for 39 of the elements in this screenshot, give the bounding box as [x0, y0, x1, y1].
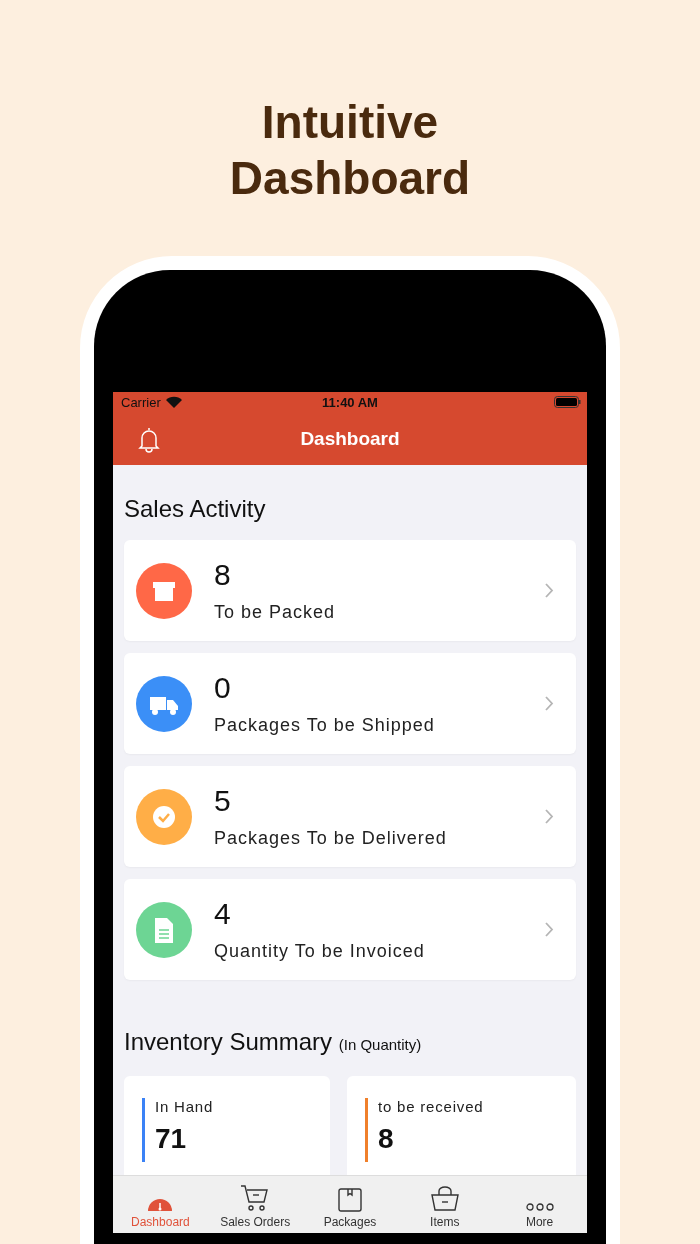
summary-value: 71 [155, 1123, 187, 1155]
activity-count: 0 [214, 671, 231, 705]
wifi-icon [165, 396, 182, 408]
summary-value: 8 [378, 1123, 394, 1155]
box-icon [338, 1188, 362, 1212]
chevron-icon [545, 809, 554, 824]
carrier-label: Carrier [121, 394, 161, 410]
activity-count: 4 [214, 897, 231, 931]
chevron-icon [545, 583, 554, 598]
activity-count: 5 [214, 784, 231, 818]
gauge-icon [147, 1199, 174, 1212]
tab-label[interactable]: Packages [323, 1215, 377, 1229]
summary-label: to be received [378, 1098, 484, 1115]
activity-label: Packages To be Delivered [214, 828, 447, 849]
activity-card[interactable]: 4 Quantity To be Invoiced [124, 879, 576, 980]
activity-card[interactable]: 8 To be Packed [124, 540, 576, 641]
section-title: Inventory Summary [124, 1028, 334, 1055]
section-note: (In Quantity) [338, 1036, 422, 1053]
activity-count: 8 [214, 558, 231, 592]
tab-label[interactable]: Items [430, 1215, 460, 1229]
activity-label: Packages To be Shipped [214, 715, 435, 736]
activity-card[interactable]: 0 Packages To be Shipped [124, 653, 576, 754]
screen-title: Dashboard [300, 427, 400, 450]
tab-label[interactable]: Sales Orders [220, 1215, 291, 1229]
basket-icon [430, 1186, 459, 1212]
chevron-icon [545, 922, 554, 937]
activity-card[interactable]: 5 Packages To be Delivered [124, 766, 576, 867]
activity-label: To be Packed [214, 602, 336, 623]
summary-label: In Hand [155, 1098, 214, 1115]
cart-icon [240, 1184, 271, 1212]
tab-label[interactable]: More [525, 1215, 554, 1229]
battery-icon [554, 396, 581, 408]
more-icon [525, 1202, 554, 1212]
headline: Intuitive Dashboard [228, 95, 472, 206]
activity-label: Quantity To be Invoiced [214, 941, 425, 962]
bell-icon[interactable] [138, 426, 160, 453]
status-time: 11:40 AM [322, 394, 378, 410]
chevron-icon [545, 696, 554, 711]
section-title: Sales Activity [124, 495, 267, 523]
